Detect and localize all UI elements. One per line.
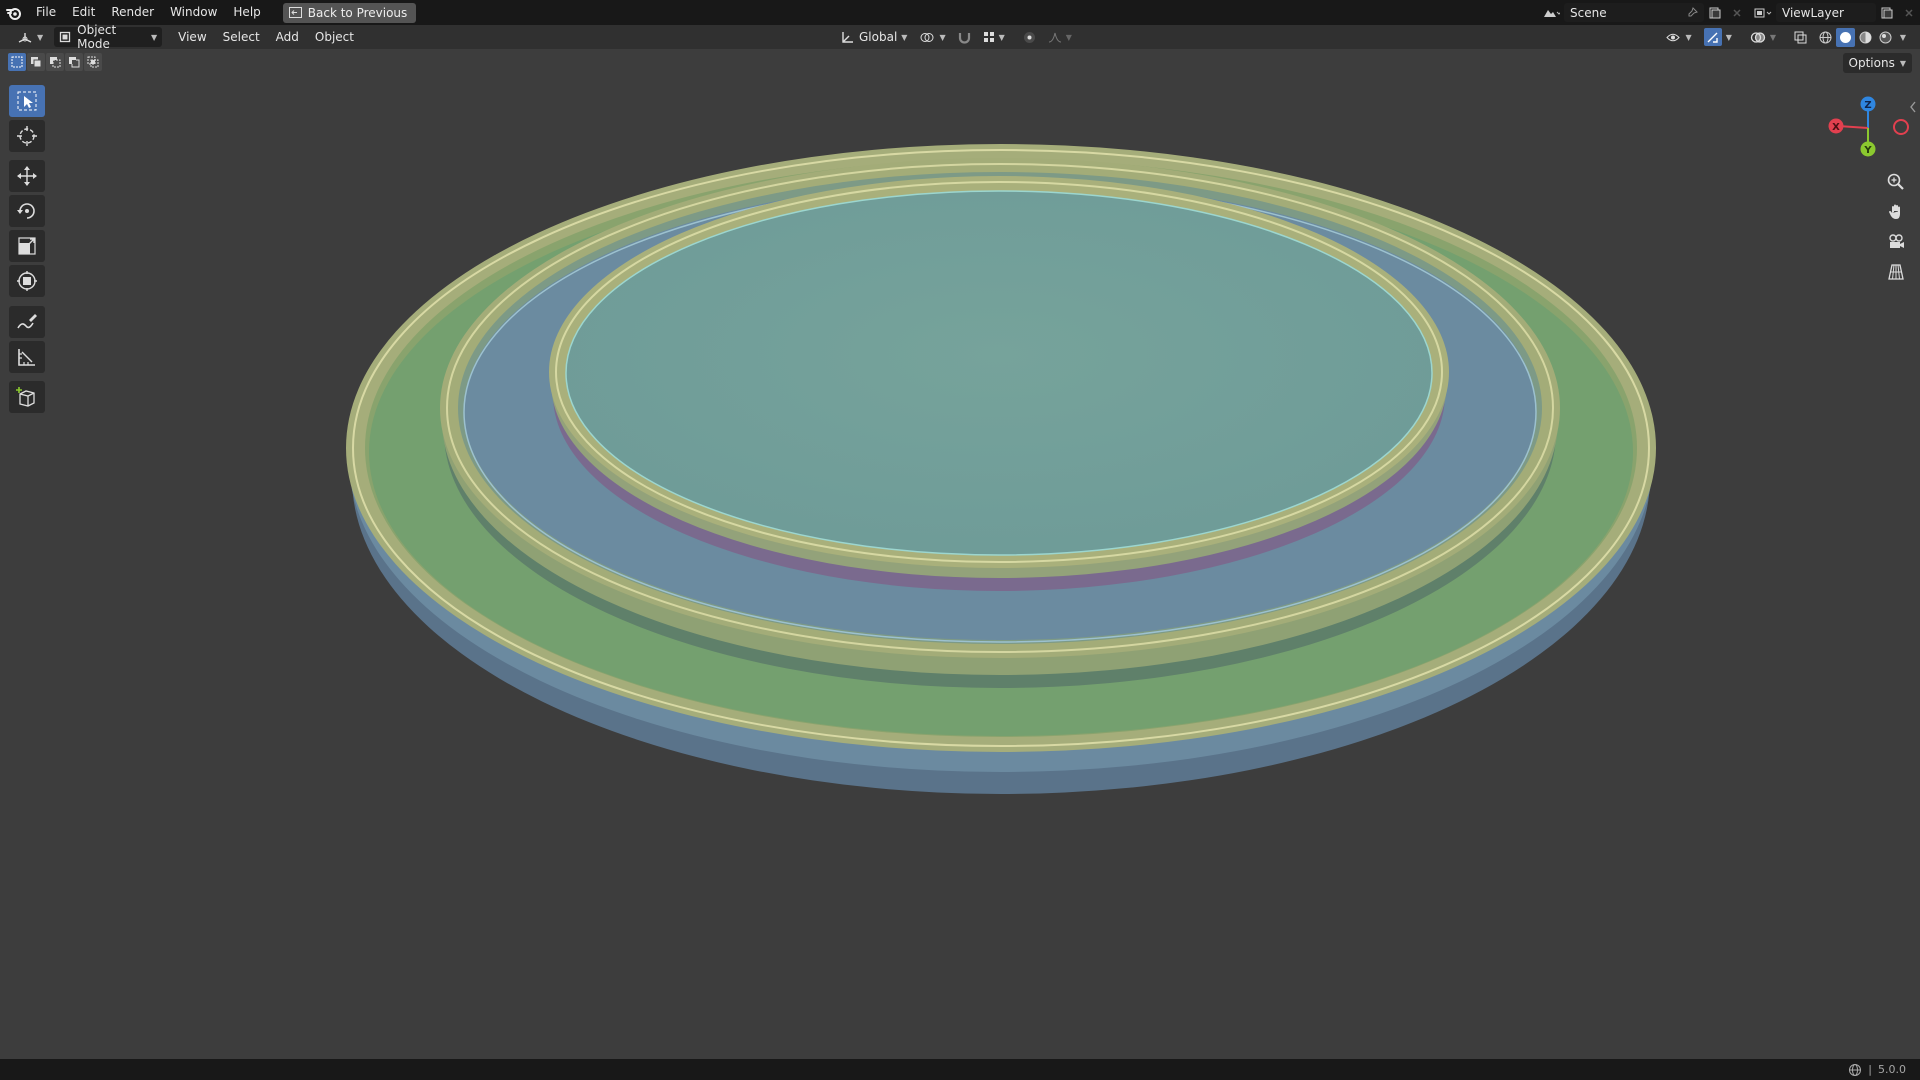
viewlayer-browse-icon[interactable] <box>1752 3 1774 22</box>
gizmo-toggle[interactable]: ▼ <box>1699 27 1737 47</box>
stepped-disc-mesh[interactable] <box>346 144 1656 794</box>
grid-perspective-icon <box>1888 264 1904 280</box>
material-shading-icon[interactable] <box>1856 28 1875 47</box>
solid-shading-icon[interactable] <box>1836 27 1855 47</box>
network-globe-icon[interactable] <box>1848 1063 1862 1077</box>
viewport-header: ▼ Object Mode ▼ View Select Add Object G… <box>0 23 1920 51</box>
viewlayer-name: ViewLayer <box>1782 5 1844 20</box>
delete-viewlayer-icon[interactable] <box>1898 3 1920 22</box>
blender-logo-icon[interactable] <box>0 0 28 25</box>
select-box-icon <box>17 91 37 111</box>
scene-browse-icon[interactable] <box>1540 3 1562 22</box>
shading-options-dropdown[interactable]: ▼ <box>1896 28 1910 47</box>
transform-orientation-dropdown[interactable]: Global ▼ <box>836 27 912 47</box>
status-divider: | <box>1868 1063 1872 1076</box>
shading-mode-group: ▼ <box>1816 27 1910 47</box>
object-mode-label: Object Mode <box>77 23 117 51</box>
zoom-icon <box>1887 173 1904 190</box>
annotate-icon <box>17 314 37 329</box>
back-to-previous-label: Back to Previous <box>307 5 408 20</box>
measure-icon <box>18 349 35 366</box>
viewlayer-field[interactable]: ViewLayer <box>1776 3 1876 22</box>
scale-icon <box>18 237 36 255</box>
header-menu-object[interactable]: Object <box>307 25 362 50</box>
select-box-tool[interactable] <box>9 85 45 117</box>
scene-name: Scene <box>1570 5 1607 20</box>
gizmo-icon <box>1703 28 1722 46</box>
overlays-toggle[interactable]: ▼ <box>1745 27 1781 47</box>
orientation-icon <box>842 31 853 43</box>
falloff-icon <box>1048 32 1061 43</box>
scene-field[interactable]: Scene <box>1564 3 1704 22</box>
zoom-button[interactable] <box>1880 168 1912 196</box>
add-cube-icon <box>16 387 35 407</box>
viewport-3d[interactable] <box>0 49 1920 1059</box>
back-icon <box>288 7 302 18</box>
move-tool[interactable] <box>9 160 45 192</box>
delete-scene-icon[interactable] <box>1726 3 1748 22</box>
falloff-dropdown[interactable]: ▼ <box>1043 27 1077 47</box>
rotate-icon <box>17 203 35 219</box>
gizmo-x-label: X <box>1832 122 1840 133</box>
snap-grid-icon <box>983 32 994 42</box>
chevron-left-icon <box>1910 101 1916 113</box>
proportional-edit-icon <box>1023 31 1035 43</box>
xray-icon <box>1794 31 1807 43</box>
eye-select-icon <box>1665 33 1680 41</box>
transform-icon <box>17 271 37 291</box>
menu-edit[interactable]: Edit <box>64 0 103 25</box>
navigation-gizmo[interactable]: Z X Y <box>1818 92 1920 162</box>
top-menu-bar: File Edit Render Window Help Back to Pre… <box>0 0 1920 25</box>
xray-toggle[interactable] <box>1789 27 1812 47</box>
gizmo-z-label: Z <box>1864 100 1871 111</box>
camera-icon <box>1889 234 1904 248</box>
object-mode-icon <box>60 31 71 43</box>
add-cube-tool[interactable] <box>9 381 45 413</box>
overlays-icon <box>1750 31 1765 43</box>
blender-version: 5.0.0 <box>1878 1063 1906 1076</box>
rendered-shading-icon[interactable] <box>1876 28 1895 47</box>
new-scene-icon[interactable] <box>1704 3 1726 22</box>
proportional-edit-toggle[interactable] <box>1018 27 1041 47</box>
header-menu-select[interactable]: Select <box>215 25 268 50</box>
cursor-icon <box>17 126 37 146</box>
status-bar: | 5.0.0 <box>0 1059 1920 1080</box>
pin-icon[interactable] <box>1687 7 1698 18</box>
measure-tool[interactable] <box>9 341 45 373</box>
move-icon <box>17 166 37 186</box>
perspective-toggle-button[interactable] <box>1880 258 1912 286</box>
orientation-label: Global <box>859 30 898 44</box>
rotate-tool[interactable] <box>9 195 45 227</box>
pivot-icon <box>920 32 934 42</box>
hand-icon <box>1889 204 1900 219</box>
pivot-point-dropdown[interactable]: ▼ <box>914 27 950 47</box>
back-to-previous-button[interactable]: Back to Previous <box>282 2 417 23</box>
visibility-dropdown[interactable]: ▼ <box>1661 27 1697 47</box>
wireframe-shading-icon[interactable] <box>1816 28 1835 47</box>
menu-file[interactable]: File <box>28 0 64 25</box>
transform-tool[interactable] <box>9 265 45 297</box>
snap-toggle[interactable] <box>953 27 976 47</box>
gizmo-y-label: Y <box>1863 145 1872 156</box>
editor-type-dropdown[interactable]: ▼ <box>12 27 48 47</box>
new-viewlayer-icon[interactable] <box>1876 3 1898 22</box>
gizmo-neg-x[interactable] <box>1893 119 1909 135</box>
menu-render[interactable]: Render <box>103 0 162 25</box>
pan-button[interactable] <box>1880 198 1912 226</box>
cursor-tool[interactable] <box>9 120 45 152</box>
snap-target-dropdown[interactable]: ▼ <box>978 27 1010 47</box>
scale-tool[interactable] <box>9 230 45 262</box>
magnet-icon <box>958 32 970 44</box>
object-mode-dropdown[interactable]: Object Mode ▼ <box>54 23 163 51</box>
camera-view-button[interactable] <box>1880 228 1912 256</box>
3d-viewport-icon <box>18 32 32 43</box>
menu-help[interactable]: Help <box>225 0 268 25</box>
annotate-tool[interactable] <box>9 306 45 338</box>
sidebar-toggle[interactable] <box>1908 100 1918 114</box>
header-menu-view[interactable]: View <box>170 25 214 50</box>
header-menu-add[interactable]: Add <box>268 25 307 50</box>
menu-window[interactable]: Window <box>162 0 225 25</box>
